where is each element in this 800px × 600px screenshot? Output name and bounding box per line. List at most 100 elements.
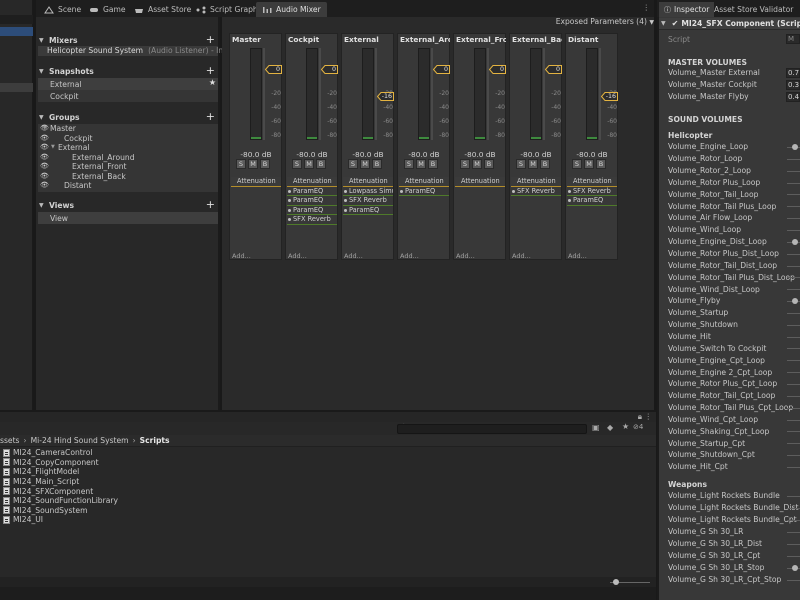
volume-slider-track[interactable] xyxy=(787,372,800,374)
hierarchy-search-field[interactable] xyxy=(0,15,33,24)
mute-button[interactable]: M xyxy=(584,159,594,169)
script-asset-item[interactable]: MI24_Main_Script xyxy=(3,477,79,487)
add-group-icon[interactable]: + xyxy=(206,110,215,123)
group-item[interactable]: 👁︎ External_Back xyxy=(38,172,218,182)
tab-script-graph[interactable]: Script Graph xyxy=(190,2,264,17)
mute-button[interactable]: M xyxy=(416,159,426,169)
master-volume-field[interactable]: 0.3 xyxy=(786,80,800,90)
add-effect-button[interactable]: Add... xyxy=(232,252,251,260)
effect-slot[interactable]: ParamEQ xyxy=(343,206,393,215)
attenuation-effect[interactable]: Attenuation xyxy=(343,177,393,187)
solo-button[interactable]: S xyxy=(516,159,526,169)
fader-handle[interactable]: -16 xyxy=(601,92,618,101)
visibility-eye-icon[interactable]: 👁︎ xyxy=(40,162,49,170)
snapshot-item-external[interactable]: External ★ xyxy=(38,78,218,90)
panel-menu-icon[interactable]: ⋮ xyxy=(644,412,652,421)
volume-slider-track[interactable] xyxy=(787,496,800,497)
volume-slider-track[interactable] xyxy=(787,229,800,231)
group-item[interactable]: 👁︎ ▼ Master xyxy=(38,124,218,134)
volume-slider-thumb[interactable] xyxy=(792,564,798,571)
hierarchy-row[interactable] xyxy=(0,83,33,92)
visibility-eye-icon[interactable]: 👁︎ xyxy=(40,181,49,189)
volume-slider-track[interactable] xyxy=(787,579,800,581)
bypass-button[interactable]: B xyxy=(596,159,606,169)
mixers-section-header[interactable]: ▼ Mixers + xyxy=(36,33,220,47)
script-asset-item[interactable]: MI24_CopyComponent xyxy=(3,458,99,468)
bypass-button[interactable]: B xyxy=(260,159,270,169)
mixer-group-strip[interactable]: Master -20 -40 -60 -80 0 -80.0 dB S M B Attenuatio… xyxy=(229,33,282,260)
foldout-arrow-icon[interactable]: ▼ xyxy=(661,20,666,27)
add-mixer-icon[interactable]: + xyxy=(206,33,215,46)
volume-slider-thumb[interactable] xyxy=(792,144,798,150)
mute-button[interactable]: M xyxy=(304,159,314,169)
tab-audio-mixer[interactable]: Audio Mixer xyxy=(256,2,327,17)
volume-slider-track[interactable] xyxy=(787,360,800,362)
volume-slider-track[interactable] xyxy=(787,384,800,385)
add-effect-button[interactable]: Add... xyxy=(568,252,587,260)
volume-slider-track[interactable] xyxy=(787,218,800,220)
volume-slider-track[interactable] xyxy=(787,348,800,350)
icon-size-slider[interactable] xyxy=(610,578,650,586)
solo-button[interactable]: S xyxy=(292,159,302,169)
label-filter-icon[interactable]: ◆ xyxy=(607,423,613,432)
tab-scene[interactable]: Scene xyxy=(38,2,87,17)
fader-handle[interactable]: 0 xyxy=(265,65,282,74)
solo-button[interactable]: S xyxy=(348,159,358,169)
volume-slider-track[interactable] xyxy=(787,531,800,533)
tab-asset-store-validator[interactable]: Asset Store Validator xyxy=(709,2,798,17)
bypass-button[interactable]: B xyxy=(372,159,382,169)
foldout-arrow-icon[interactable]: ▼ xyxy=(39,37,47,44)
exposed-parameters-dropdown[interactable]: Exposed Parameters (4) ▼ xyxy=(556,17,654,26)
volume-slider-thumb[interactable] xyxy=(792,238,798,245)
bypass-button[interactable]: B xyxy=(428,159,438,169)
hidden-packages-toggle[interactable]: ⊘4 xyxy=(633,423,643,431)
script-asset-item[interactable]: MI24_SFXComponent xyxy=(3,486,93,496)
group-item[interactable]: 👁︎ External_Front xyxy=(38,162,218,172)
group-item[interactable]: 👁︎ External_Around xyxy=(38,153,218,163)
attenuation-effect[interactable]: Attenuation xyxy=(399,177,449,187)
group-item[interactable]: 👁︎ Cockpit xyxy=(38,134,218,144)
script-asset-item[interactable]: MI24_FlightModel xyxy=(3,467,79,477)
foldout-arrow-icon[interactable]: ▼ xyxy=(39,202,47,209)
view-item[interactable]: View xyxy=(38,212,218,224)
volume-slider-track[interactable] xyxy=(787,265,800,267)
mixer-group-strip[interactable]: External-20-40-60-80-16-80.0 dBSMBAttenu… xyxy=(341,33,394,260)
volume-slider-track[interactable] xyxy=(787,170,800,172)
fader-handle[interactable]: -16 xyxy=(377,92,394,101)
master-volume-field[interactable]: 0.4 xyxy=(786,92,800,102)
mixer-group-strip[interactable]: External_Arou -20 -40 -60 -80 0 -80.0 dBSMB Att… xyxy=(397,33,450,260)
volume-slider-track[interactable] xyxy=(787,312,800,314)
script-asset-item[interactable]: MI24_SoundSystem xyxy=(3,506,87,516)
breadcrumb-item[interactable]: Mi-24 Hind Sound System xyxy=(31,436,129,445)
project-search-input[interactable] xyxy=(397,424,587,434)
tab-game[interactable]: Game xyxy=(83,2,132,17)
effect-slot[interactable]: SFX Reverb xyxy=(343,196,393,206)
solo-button[interactable]: S xyxy=(572,159,582,169)
fader-handle[interactable]: 0 xyxy=(489,65,506,74)
effect-slot[interactable]: SFX Reverb xyxy=(511,187,561,196)
bypass-button[interactable]: B xyxy=(540,159,550,169)
attenuation-effect[interactable]: Attenuation xyxy=(567,177,617,187)
volume-slider-track[interactable] xyxy=(787,324,800,326)
volume-slider-track[interactable] xyxy=(787,519,800,521)
effect-slot[interactable]: ParamEQ xyxy=(287,206,337,215)
effect-slot[interactable]: ParamEQ xyxy=(287,196,337,206)
fader-handle[interactable]: 0 xyxy=(321,65,338,74)
script-asset-item[interactable]: MI24_UI xyxy=(3,515,43,525)
foldout-arrow-icon[interactable]: ▼ xyxy=(39,68,47,75)
mute-button[interactable]: M xyxy=(472,159,482,169)
volume-slider-track[interactable] xyxy=(787,194,800,196)
add-snapshot-icon[interactable]: + xyxy=(206,64,215,77)
effect-slot[interactable]: ParamEQ xyxy=(287,187,337,196)
mixer-item[interactable]: Helicopter Sound System (Audio Listener)… xyxy=(38,46,237,56)
mute-button[interactable]: M xyxy=(248,159,258,169)
search-by-type-icon[interactable]: ▣ xyxy=(592,423,600,432)
bypass-button[interactable]: B xyxy=(316,159,326,169)
effect-slot[interactable]: ParamEQ xyxy=(399,187,449,196)
favorite-star-icon[interactable]: ★ xyxy=(622,422,629,431)
effect-slot[interactable]: Lowpass Simu xyxy=(343,187,393,196)
visibility-eye-icon[interactable]: 👁︎ xyxy=(40,134,49,142)
attenuation-effect[interactable]: Attenuation xyxy=(231,177,281,187)
foldout-arrow-icon[interactable]: ▼ xyxy=(39,114,47,121)
solo-button[interactable]: S xyxy=(404,159,414,169)
